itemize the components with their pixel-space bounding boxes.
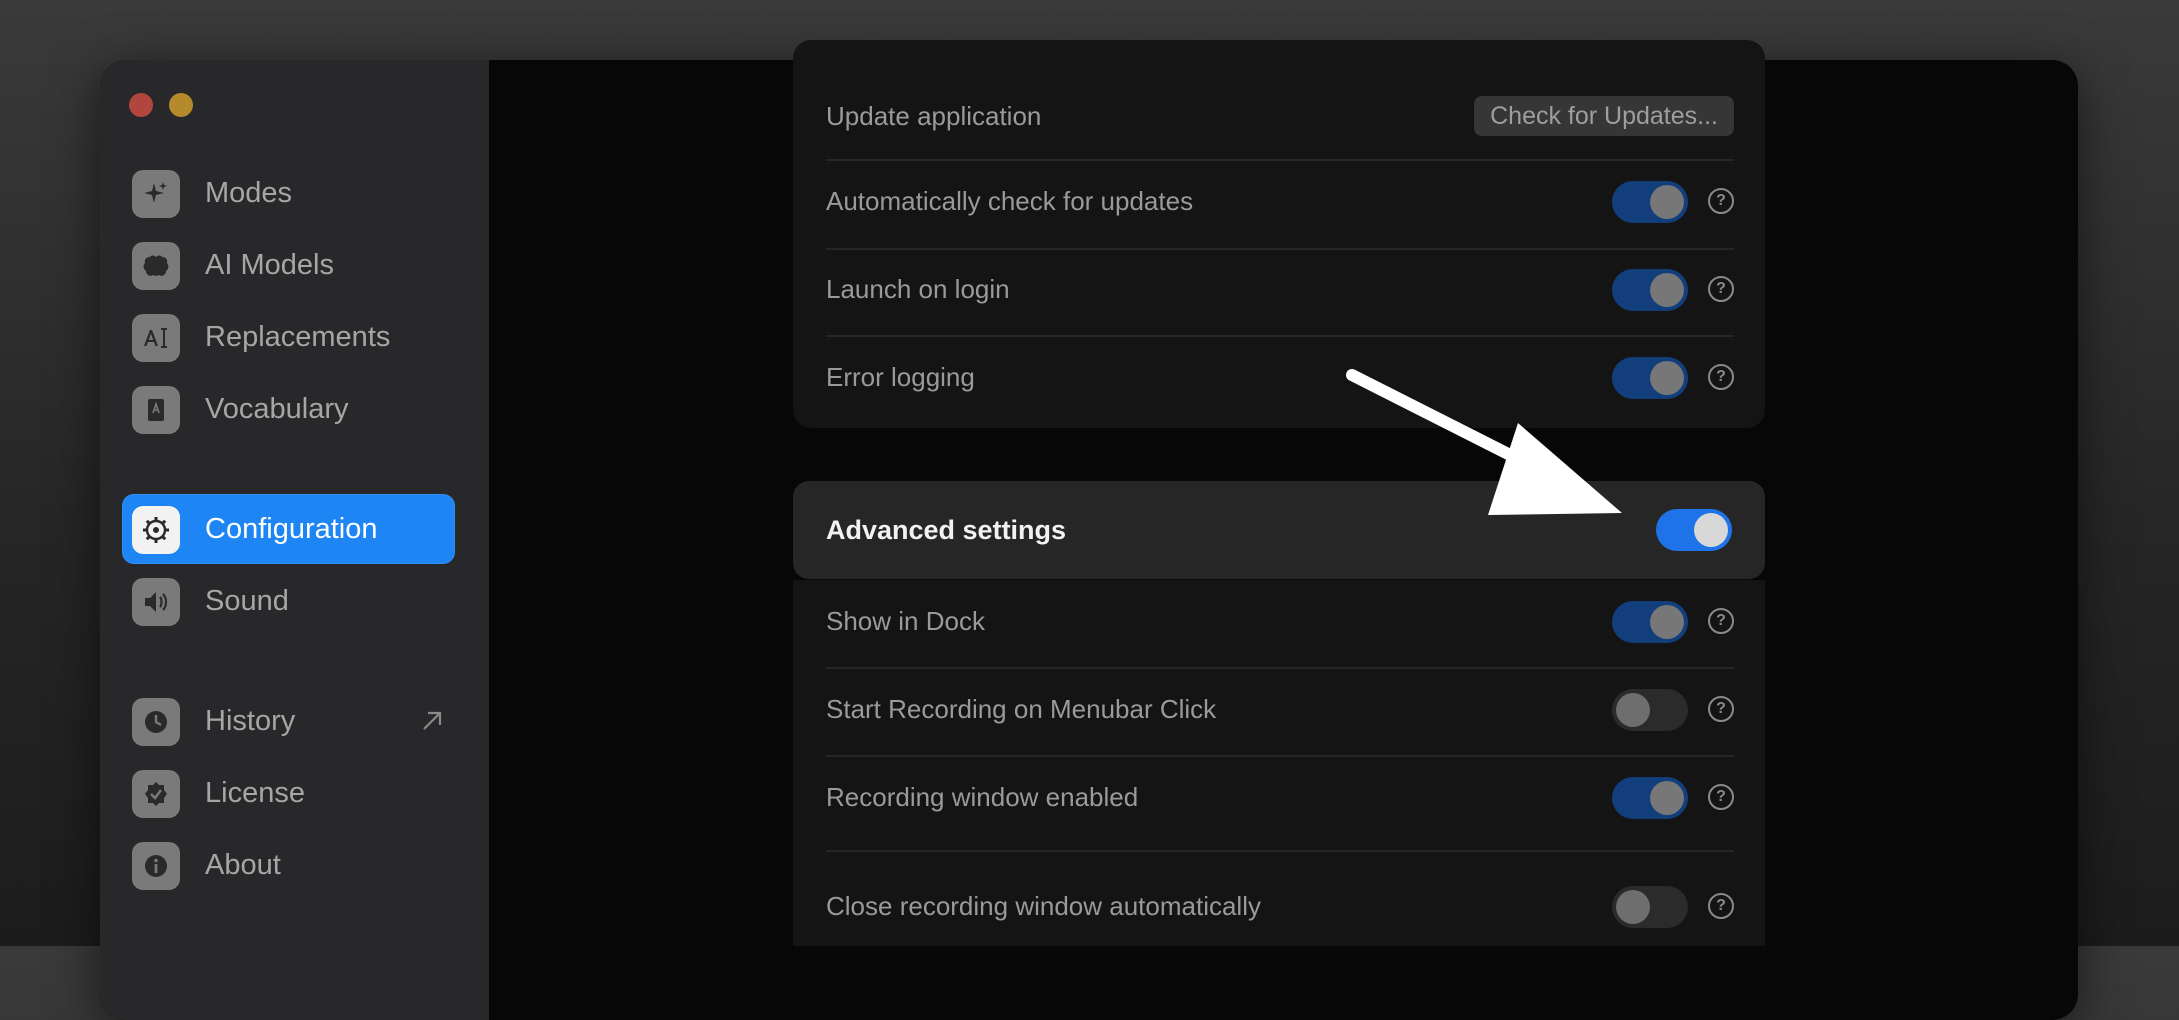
close-recording-window-label: Close recording window automatically [826, 891, 1261, 921]
sidebar-item-label: Configuration [205, 513, 378, 545]
sidebar-item-modes[interactable]: Modes [122, 158, 455, 228]
help-icon[interactable]: ? [1708, 893, 1734, 919]
close-window-button[interactable] [129, 93, 153, 117]
show-in-dock-toggle[interactable] [1612, 601, 1688, 643]
clock-icon [132, 698, 180, 746]
advanced-settings-label: Advanced settings [826, 515, 1067, 545]
update-application-row: Update application Check for Updates... [826, 73, 1734, 159]
help-icon[interactable]: ? [1708, 784, 1734, 810]
sidebar-item-label: Modes [205, 177, 293, 209]
show-in-dock-label: Show in Dock [826, 606, 985, 636]
sidebar-item-label: About [205, 849, 281, 881]
sidebar-item-about[interactable]: About [122, 830, 455, 900]
close-recording-window-row: Close recording window automatically ? [826, 863, 1734, 949]
sidebar-item-label: History [205, 705, 296, 737]
start-recording-menubar-row: Start Recording on Menubar Click ? [826, 666, 1734, 752]
sidebar-item-label: License [205, 777, 305, 809]
external-link-icon [423, 711, 442, 730]
auto-check-updates-label: Automatically check for updates [826, 186, 1194, 216]
close-recording-window-toggle[interactable] [1612, 886, 1688, 928]
auto-check-updates-row: Automatically check for updates ? [826, 158, 1734, 244]
recording-window-enabled-row: Recording window enabled ? [826, 754, 1734, 840]
error-logging-label: Error logging [826, 362, 975, 392]
sidebar-item-vocabulary[interactable]: Vocabulary [122, 374, 455, 444]
sidebar-item-configuration[interactable]: Configuration [122, 494, 455, 564]
sidebar-item-history[interactable]: History [122, 686, 455, 756]
text-cursor-icon [132, 314, 180, 362]
sidebar: Modes AI Models Replacements Vocabulary [100, 60, 489, 1020]
sidebar-item-license[interactable]: License [122, 758, 455, 828]
launch-on-login-label: Launch on login [826, 274, 1010, 304]
speaker-icon [132, 578, 180, 626]
divider [826, 850, 1734, 852]
help-icon[interactable]: ? [1708, 608, 1734, 634]
launch-on-login-toggle[interactable] [1612, 269, 1688, 311]
sidebar-item-sound[interactable]: Sound [122, 566, 455, 636]
minimize-window-button[interactable] [169, 93, 193, 117]
sidebar-item-ai-models[interactable]: AI Models [122, 230, 455, 300]
info-icon [132, 842, 180, 890]
advanced-settings-toggle[interactable] [1656, 509, 1732, 551]
sidebar-item-label: AI Models [205, 249, 334, 281]
recording-window-enabled-label: Recording window enabled [826, 782, 1139, 812]
sidebar-item-replacements[interactable]: Replacements [122, 302, 455, 372]
show-in-dock-row: Show in Dock ? [826, 578, 1734, 664]
sidebar-item-label: Replacements [205, 321, 391, 353]
check-for-updates-button[interactable]: Check for Updates... [1474, 96, 1734, 136]
start-recording-menubar-toggle[interactable] [1612, 689, 1688, 731]
sidebar-item-label: Vocabulary [205, 393, 349, 425]
help-icon[interactable]: ? [1708, 276, 1734, 302]
start-recording-menubar-label: Start Recording on Menubar Click [826, 694, 1217, 724]
brain-icon [132, 242, 180, 290]
badge-check-icon [132, 770, 180, 818]
auto-check-updates-toggle[interactable] [1612, 181, 1688, 223]
recording-window-enabled-toggle[interactable] [1612, 777, 1688, 819]
launch-on-login-row: Launch on login ? [826, 246, 1734, 332]
help-icon[interactable]: ? [1708, 364, 1734, 390]
help-icon[interactable]: ? [1708, 696, 1734, 722]
update-application-label: Update application [826, 101, 1042, 131]
help-icon[interactable]: ? [1708, 188, 1734, 214]
annotation-arrow [1346, 369, 1622, 515]
gear-icon [132, 506, 180, 554]
sparkle-icon [132, 170, 180, 218]
sidebar-item-label: Sound [205, 585, 289, 617]
book-icon [132, 386, 180, 434]
